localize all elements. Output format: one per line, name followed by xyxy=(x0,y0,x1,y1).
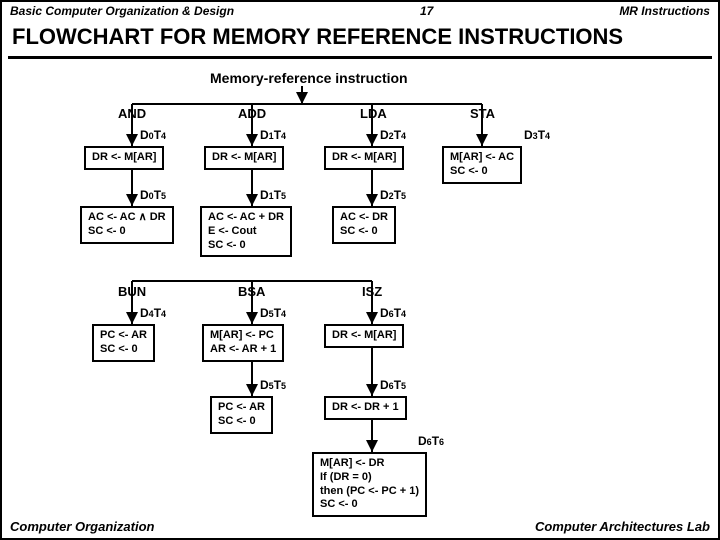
box-and-t5: AC <- AC ∧ DRSC <- 0 xyxy=(80,206,174,244)
d2t4: D2T4 xyxy=(380,128,406,142)
box-add-t5: AC <- AC + DRE <- CoutSC <- 0 xyxy=(200,206,292,257)
box-isz-t4: DR <- M[AR] xyxy=(324,324,404,348)
box-lda-t5: AC <- DRSC <- 0 xyxy=(332,206,396,244)
label-bsa: BSA xyxy=(238,284,265,299)
d1t4: D1T4 xyxy=(260,128,286,142)
rule xyxy=(8,56,712,59)
header-left: Basic Computer Organization & Design xyxy=(10,4,234,18)
d2t5: D2T5 xyxy=(380,188,406,202)
d0t5: D0T5 xyxy=(140,188,166,202)
root-label: Memory-reference instruction xyxy=(210,70,408,86)
d6t4: D6T4 xyxy=(380,306,406,320)
page-number: 17 xyxy=(420,4,433,18)
d5t5: D5T5 xyxy=(260,378,286,392)
footer-left: Computer Organization xyxy=(10,519,154,534)
box-bsa-t4: M[AR] <- PCAR <- AR + 1 xyxy=(202,324,284,362)
box-and-t4: DR <- M[AR] xyxy=(84,146,164,170)
box-isz-t5: DR <- DR + 1 xyxy=(324,396,407,420)
label-bun: BUN xyxy=(118,284,146,299)
header-right: MR Instructions xyxy=(619,4,710,18)
d5t4: D5T4 xyxy=(260,306,286,320)
footer: Computer Organization Computer Architect… xyxy=(2,519,718,534)
flowchart: Memory-reference instruction AND ADD LDA… xyxy=(2,66,718,514)
label-sta: STA xyxy=(470,106,495,121)
d6t5: D6T5 xyxy=(380,378,406,392)
label-add: ADD xyxy=(238,106,266,121)
box-sta-t4: M[AR] <- ACSC <- 0 xyxy=(442,146,522,184)
page-title: FLOWCHART FOR MEMORY REFERENCE INSTRUCTI… xyxy=(2,20,718,56)
box-add-t4: DR <- M[AR] xyxy=(204,146,284,170)
box-bsa-t5: PC <- ARSC <- 0 xyxy=(210,396,273,434)
footer-right: Computer Architectures Lab xyxy=(535,519,710,534)
box-bun-t4: PC <- ARSC <- 0 xyxy=(92,324,155,362)
d0t4: D0T4 xyxy=(140,128,166,142)
box-lda-t4: DR <- M[AR] xyxy=(324,146,404,170)
slide: Basic Computer Organization & Design 17 … xyxy=(0,0,720,540)
header: Basic Computer Organization & Design 17 … xyxy=(2,2,718,20)
d6t6: D6T6 xyxy=(418,434,444,448)
d1t5: D1T5 xyxy=(260,188,286,202)
label-and: AND xyxy=(118,106,146,121)
label-isz: ISZ xyxy=(362,284,382,299)
d3t4: D3T4 xyxy=(524,128,550,142)
d4t4: D4T4 xyxy=(140,306,166,320)
label-lda: LDA xyxy=(360,106,387,121)
box-isz-t6: M[AR] <- DRIf (DR = 0)then (PC <- PC + 1… xyxy=(312,452,427,517)
